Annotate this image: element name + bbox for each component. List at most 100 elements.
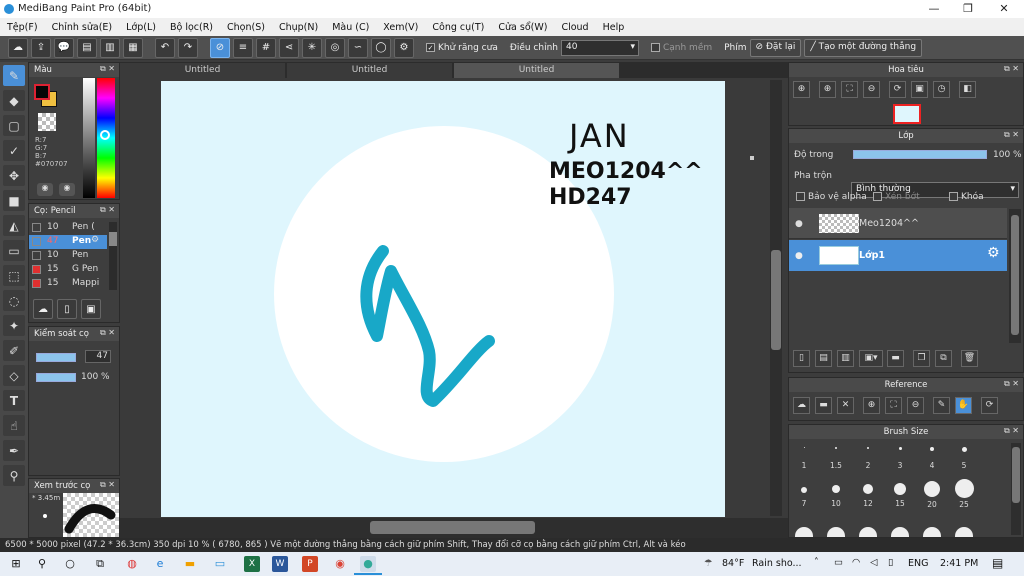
fill-rect-tool-icon[interactable]: ■ [3, 190, 25, 211]
menu-cloud[interactable]: Cloud [554, 22, 595, 33]
radial-snap-icon[interactable]: ✳ [302, 37, 322, 58]
brush-item[interactable]: 15 G Pen [29, 263, 107, 277]
dot-tool-icon[interactable]: ✓ [3, 140, 25, 161]
powerpoint-icon[interactable]: P [302, 556, 318, 572]
brush-size-value[interactable]: 47 [85, 350, 111, 363]
straight-line-button[interactable]: ╱ Tạo một đường thẳng [804, 38, 923, 57]
brush-size-option[interactable]: 1 [789, 447, 819, 470]
notification-icon[interactable]: ▤ [992, 556, 1003, 570]
clipping-checkbox[interactable]: Xén bớt [873, 192, 920, 202]
vanishing-snap-icon[interactable]: ⋖ [279, 37, 299, 58]
eye-icon[interactable]: ● [795, 219, 803, 229]
zoom-in-icon[interactable]: ⊕ [863, 397, 880, 414]
task-view-icon[interactable]: ⧉ [92, 556, 108, 572]
flip-icon[interactable]: ◧ [959, 81, 976, 98]
brush-settings-icon[interactable]: ▣ [81, 299, 101, 319]
snap-off-icon[interactable]: ⊘ [210, 37, 230, 58]
brush-size-option[interactable]: 25 [949, 479, 979, 509]
curve-snap-icon[interactable]: ∽ [348, 37, 368, 58]
correction-select[interactable]: 40 ▾ [560, 39, 639, 56]
rotate-reset-icon[interactable]: ◷ [933, 81, 950, 98]
bucket-tool-icon[interactable]: ◭ [3, 215, 25, 236]
navigator-thumbnail[interactable] [893, 104, 921, 124]
panel-close-icon[interactable]: ⧉ ✕ [100, 328, 115, 338]
eyedropper-icon[interactable]: ✎ [933, 397, 950, 414]
snap-settings-icon[interactable]: ⚙ [394, 37, 414, 58]
duplicate-layer-icon[interactable]: ❐ [913, 350, 930, 367]
magic-wand-icon[interactable]: ✦ [3, 315, 25, 336]
soft-edge-checkbox[interactable]: Cạnh mềm [650, 42, 712, 53]
folder-icon[interactable]: ▬ [887, 350, 904, 367]
gradient-tool-icon[interactable]: ▭ [3, 240, 25, 261]
medibang-taskbar-icon[interactable]: ● [360, 556, 376, 572]
brush-item[interactable]: 10 Pen [29, 249, 107, 263]
language-indicator[interactable]: ENG [908, 558, 928, 569]
brush-size-option[interactable]: 20 [917, 481, 947, 509]
move-tool-icon[interactable]: ✥ [3, 165, 25, 186]
monitor-icon[interactable]: ▭ [212, 556, 228, 572]
text-tool-icon[interactable]: T [3, 390, 25, 411]
grid-icon[interactable]: ▦ [123, 37, 143, 58]
layer-row[interactable]: ● Meo1204^^ [789, 208, 1007, 239]
circle-snap-icon[interactable]: ◎ [325, 37, 345, 58]
panel-close-icon[interactable]: ⧉ ✕ [1004, 64, 1019, 74]
tab-untitled-3[interactable]: Untitled [454, 63, 619, 78]
new-layer-icon[interactable]: ▯ [793, 350, 810, 367]
rotate-icon[interactable]: ⟳ [981, 397, 998, 414]
layer-row-selected[interactable]: ● Lớp1 ⚙ [789, 240, 1007, 271]
brush-tool-icon[interactable]: ✎ [3, 65, 25, 86]
brush-size-option[interactable]: 15 [885, 483, 915, 508]
brush-size-option[interactable]: 2 [853, 447, 883, 470]
excel-icon[interactable]: X [244, 556, 260, 572]
transparent-color-swatch[interactable] [38, 113, 56, 131]
menu-view[interactable]: Xem(V) [376, 22, 425, 33]
menu-layer[interactable]: Lớp(L) [119, 22, 163, 33]
eye-icon[interactable]: ● [795, 251, 803, 261]
tab-untitled-2[interactable]: Untitled [287, 63, 452, 78]
brightness-bar[interactable] [83, 78, 95, 198]
brush-size-option[interactable] [891, 527, 909, 537]
undo-icon[interactable]: ↶ [155, 37, 175, 58]
brush-list-scrollbar[interactable] [109, 222, 117, 290]
brush-size-scrollbar[interactable] [1011, 443, 1021, 535]
drawing-canvas[interactable]: JAN MEO1204^^ HD247 [161, 81, 725, 517]
menu-tools[interactable]: Công cụ(T) [425, 22, 491, 33]
brush-size-option[interactable]: 12 [853, 484, 883, 508]
open-folder-icon[interactable]: ▬ [815, 397, 832, 414]
brush-size-slider[interactable] [36, 353, 76, 362]
file-explorer-icon[interactable]: ▬ [182, 556, 198, 572]
clock[interactable]: 2:41 PM [940, 558, 978, 569]
chevron-up-icon[interactable]: ˄ [814, 557, 819, 568]
layer-opacity-slider[interactable] [853, 150, 987, 159]
volume-icon[interactable]: ◁ [870, 557, 877, 568]
weather-temp[interactable]: 84°F [722, 558, 744, 569]
parallel-snap-icon[interactable]: ≡ [233, 37, 253, 58]
brush-size-option[interactable]: 3 [885, 447, 915, 470]
cloud-upload-icon[interactable]: ☁ [793, 397, 810, 414]
brush-size-option[interactable]: 10 [821, 485, 851, 508]
add-layer-menu-icon[interactable]: ▣▾ [859, 350, 883, 367]
edge-icon[interactable]: e [152, 556, 168, 572]
network-icon[interactable]: ▭ [834, 557, 843, 568]
brush-size-option[interactable]: 5 [949, 447, 979, 470]
gear-icon[interactable]: ⚙ [91, 235, 99, 245]
ellipse-snap-icon[interactable]: ◯ [371, 37, 391, 58]
cloud-icon[interactable]: ☁ [8, 37, 28, 58]
panel-close-icon[interactable]: ⧉ ✕ [1004, 379, 1019, 389]
tab-untitled-1[interactable]: Untitled [120, 63, 285, 78]
menu-file[interactable]: Tệp(F) [0, 22, 45, 33]
brush-size-option[interactable] [795, 527, 813, 537]
select-pen-icon[interactable]: ✐ [3, 340, 25, 361]
brush-size-option[interactable] [859, 527, 877, 537]
cloud-brush-icon[interactable]: ☁ [33, 299, 53, 319]
panel-close-icon[interactable]: ⧉ ✕ [100, 480, 115, 490]
brush-item[interactable]: 10 Pen ( [29, 221, 107, 235]
brush-size-option[interactable]: 1.5 [821, 447, 851, 470]
horizontal-scrollbar[interactable] [120, 518, 788, 538]
chat-icon[interactable]: 💬 [54, 37, 74, 58]
new-brush-icon[interactable]: ▯ [57, 299, 77, 319]
chrome-icon[interactable]: ◉ [332, 556, 348, 572]
menu-select[interactable]: Chọn(S) [220, 22, 272, 33]
zoom-in-icon[interactable]: ⊕ [793, 81, 810, 98]
antialias-checkbox[interactable]: ✓ Khử răng cưa [426, 42, 498, 53]
